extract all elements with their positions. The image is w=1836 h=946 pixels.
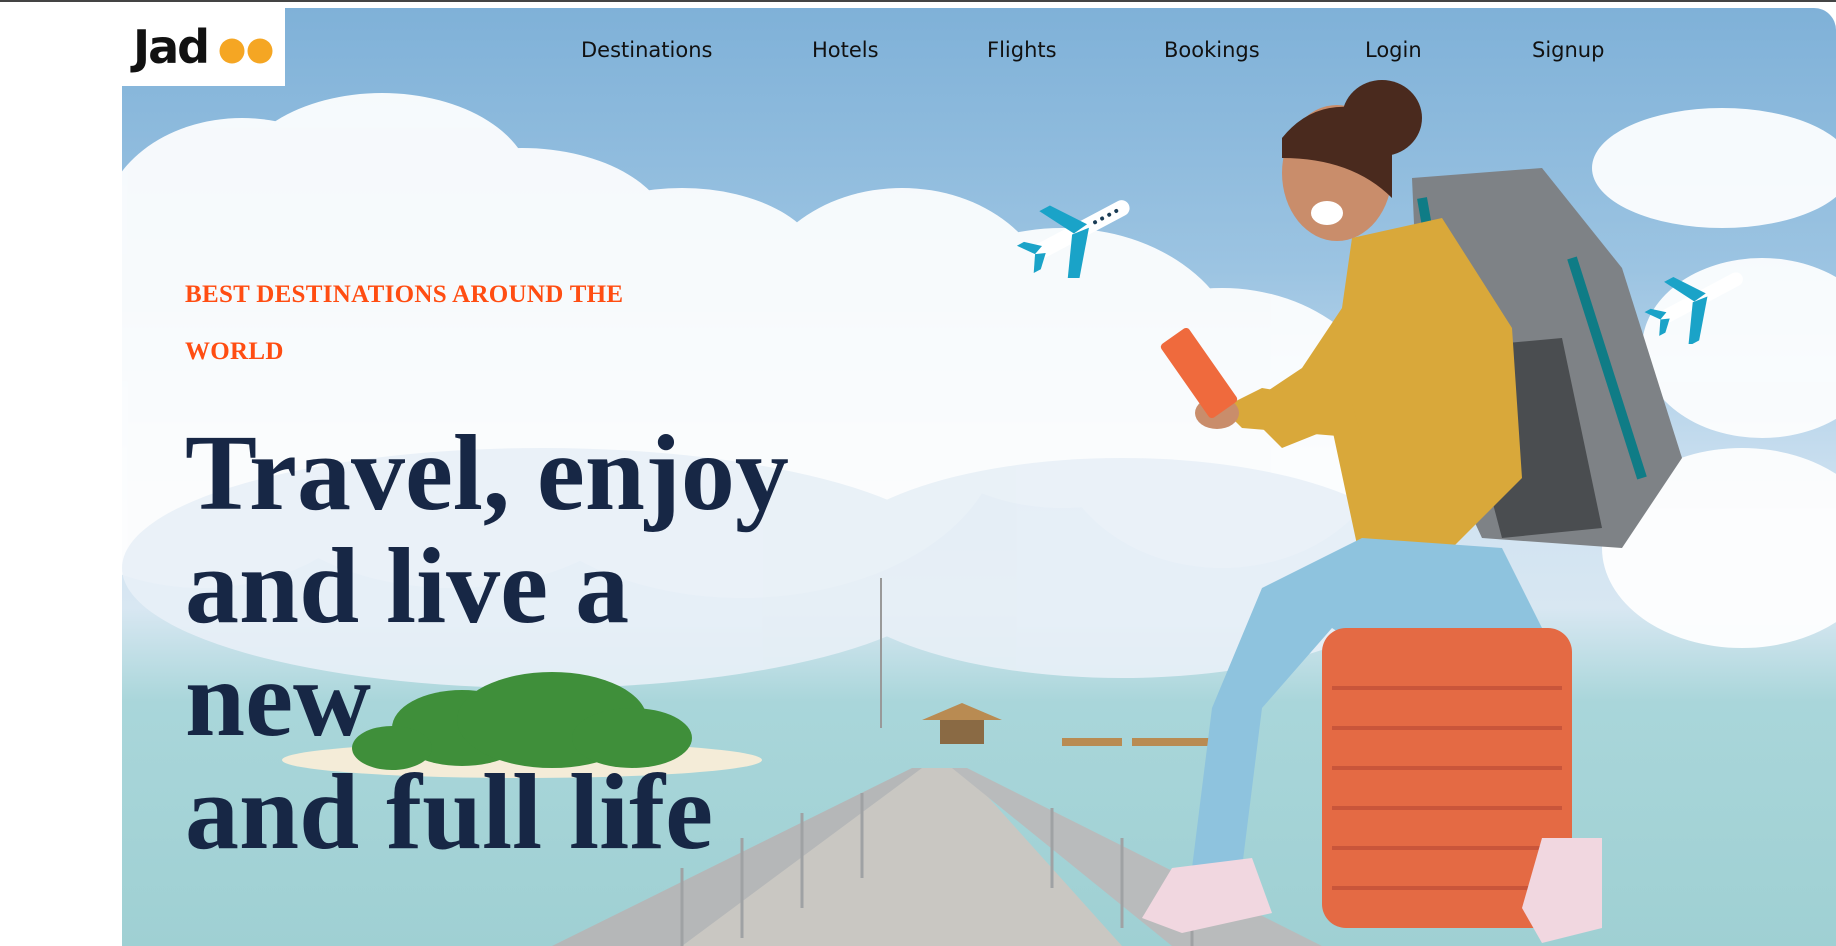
hero-headline-line: new bbox=[185, 640, 371, 759]
hero-headline-line: and live a bbox=[185, 527, 630, 646]
nav-flights[interactable]: Flights bbox=[987, 38, 1057, 62]
nav-login[interactable]: Login bbox=[1365, 38, 1422, 62]
nav-destinations[interactable]: Destinations bbox=[581, 38, 712, 62]
hero-headline-line: and full life bbox=[185, 753, 714, 872]
airplane-icon bbox=[1644, 272, 1743, 344]
nav-bookings[interactable]: Bookings bbox=[1164, 38, 1260, 62]
hero-eyebrow: BEST DESTINATIONS AROUND THE WORLD bbox=[185, 266, 705, 380]
airplane-icon bbox=[1016, 200, 1130, 278]
hero-eyebrow-line: WORLD bbox=[185, 338, 284, 365]
nav-hotels[interactable]: Hotels bbox=[812, 38, 879, 62]
hero-eyebrow-line: BEST DESTINATIONS AROUND THE bbox=[185, 281, 624, 308]
hero-headline-line: Travel, enjoy bbox=[185, 414, 789, 533]
main-navigation: Destinations Hotels Flights Bookings Log… bbox=[0, 38, 1836, 68]
nav-signup[interactable]: Signup bbox=[1532, 38, 1604, 62]
window-top-border bbox=[0, 0, 1836, 2]
hero-headline: Travel, enjoy and live a new and full li… bbox=[185, 417, 905, 869]
